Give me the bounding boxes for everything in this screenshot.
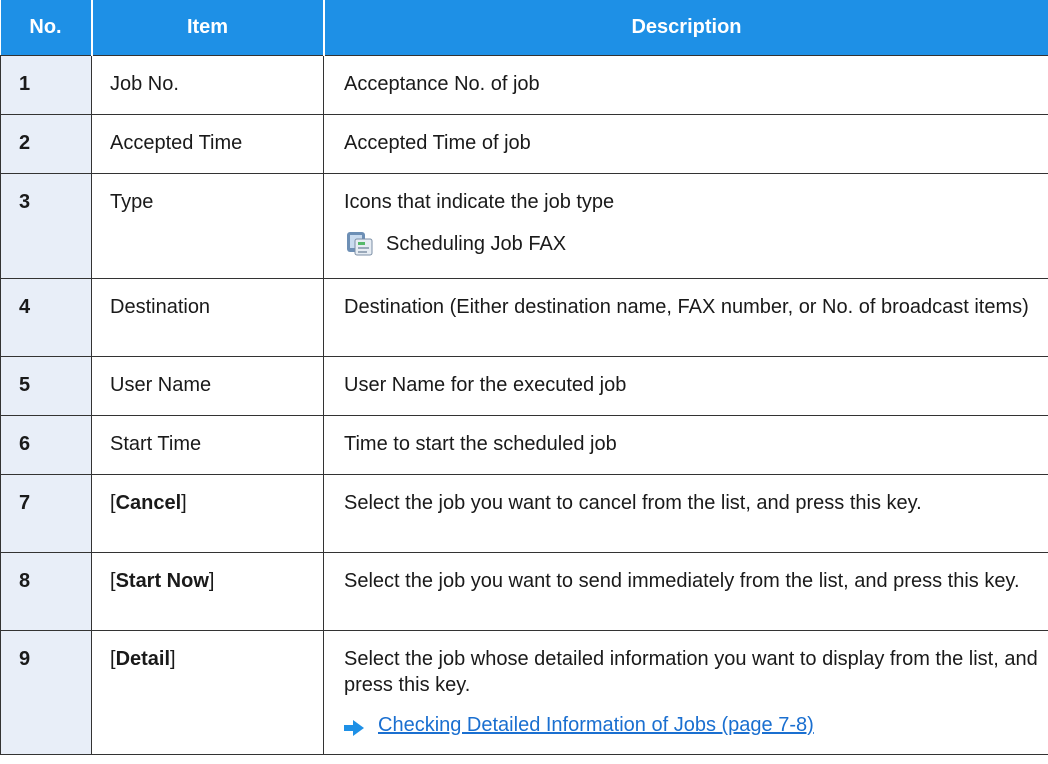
bracket-close: ] (181, 492, 187, 514)
table-row: 4 Destination Destination (Either destin… (0, 278, 1048, 357)
row-description: Destination (Either destination name, FA… (344, 296, 1029, 318)
row-description: Acceptance No. of job (344, 73, 540, 95)
start-now-key-label: Start Now (115, 570, 209, 592)
row-item: Type (110, 191, 154, 213)
table-row: 1 Job No. Acceptance No. of job (0, 55, 1048, 115)
table-row: 2 Accepted Time Accepted Time of job (0, 114, 1048, 174)
row-number: 5 (19, 374, 31, 396)
row-item: Start Time (110, 433, 202, 455)
row-number: 8 (19, 570, 31, 592)
row-description: Accepted Time of job (344, 132, 531, 154)
cancel-key-label: Cancel (115, 492, 182, 514)
row-item: Destination (110, 296, 211, 318)
job-type-label: Scheduling Job FAX (386, 233, 567, 255)
arrow-right-icon (344, 717, 364, 736)
row-description: Time to start the scheduled job (344, 433, 617, 455)
row-number: 2 (19, 132, 31, 154)
row-item-key: [Detail] (110, 631, 323, 672)
table-header-row: No. Item Description (0, 0, 1048, 56)
row-description: User Name for the executed job (344, 374, 627, 396)
table-row: 3 Type Icons that indicate the job type (0, 173, 1048, 279)
fax-job-icon (344, 230, 374, 258)
row-description: Icons that indicate the job type (344, 191, 615, 213)
table-row: 7 [Cancel] Select the job you want to ca… (0, 474, 1048, 553)
job-type-entry: Scheduling Job FAX (344, 230, 1048, 258)
row-description: Select the job you want to cancel from t… (344, 492, 922, 514)
row-number: 9 (19, 648, 31, 670)
table-row: 8 [Start Now] Select the job you want to… (0, 552, 1048, 631)
table-row: 6 Start Time Time to start the scheduled… (0, 415, 1048, 475)
row-number: 3 (19, 191, 31, 213)
detailed-information-link[interactable]: Checking Detailed Information of Jobs (p… (378, 712, 814, 738)
row-item: User Name (110, 374, 212, 396)
row-description: Select the job you want to send immediat… (344, 570, 1020, 592)
header-item: Item (91, 0, 325, 56)
detail-key-label: Detail (115, 648, 171, 670)
row-number: 4 (19, 296, 31, 318)
job-info-table: No. Item Description 1 Job No. Acceptanc… (0, 0, 1048, 755)
row-item: Accepted Time (110, 132, 243, 154)
reference-link-line[interactable]: Checking Detailed Information of Jobs (p… (344, 711, 1048, 739)
row-description: Select the job whose detailed informatio… (344, 648, 1038, 696)
header-description: Description (323, 0, 1048, 56)
header-no: No. (0, 0, 93, 56)
table-row: 5 User Name User Name for the executed j… (0, 356, 1048, 416)
row-item: Job No. (110, 73, 179, 95)
table-row: 9 [Detail] Select the job whose detailed… (0, 630, 1048, 755)
row-number: 7 (19, 492, 31, 514)
bracket-close: ] (208, 570, 215, 592)
row-item-key: [Start Now] (110, 553, 323, 594)
row-number: 1 (19, 73, 31, 95)
row-item-key: [Cancel] (110, 475, 323, 516)
bracket-close: ] (170, 648, 176, 670)
row-number: 6 (19, 433, 31, 455)
